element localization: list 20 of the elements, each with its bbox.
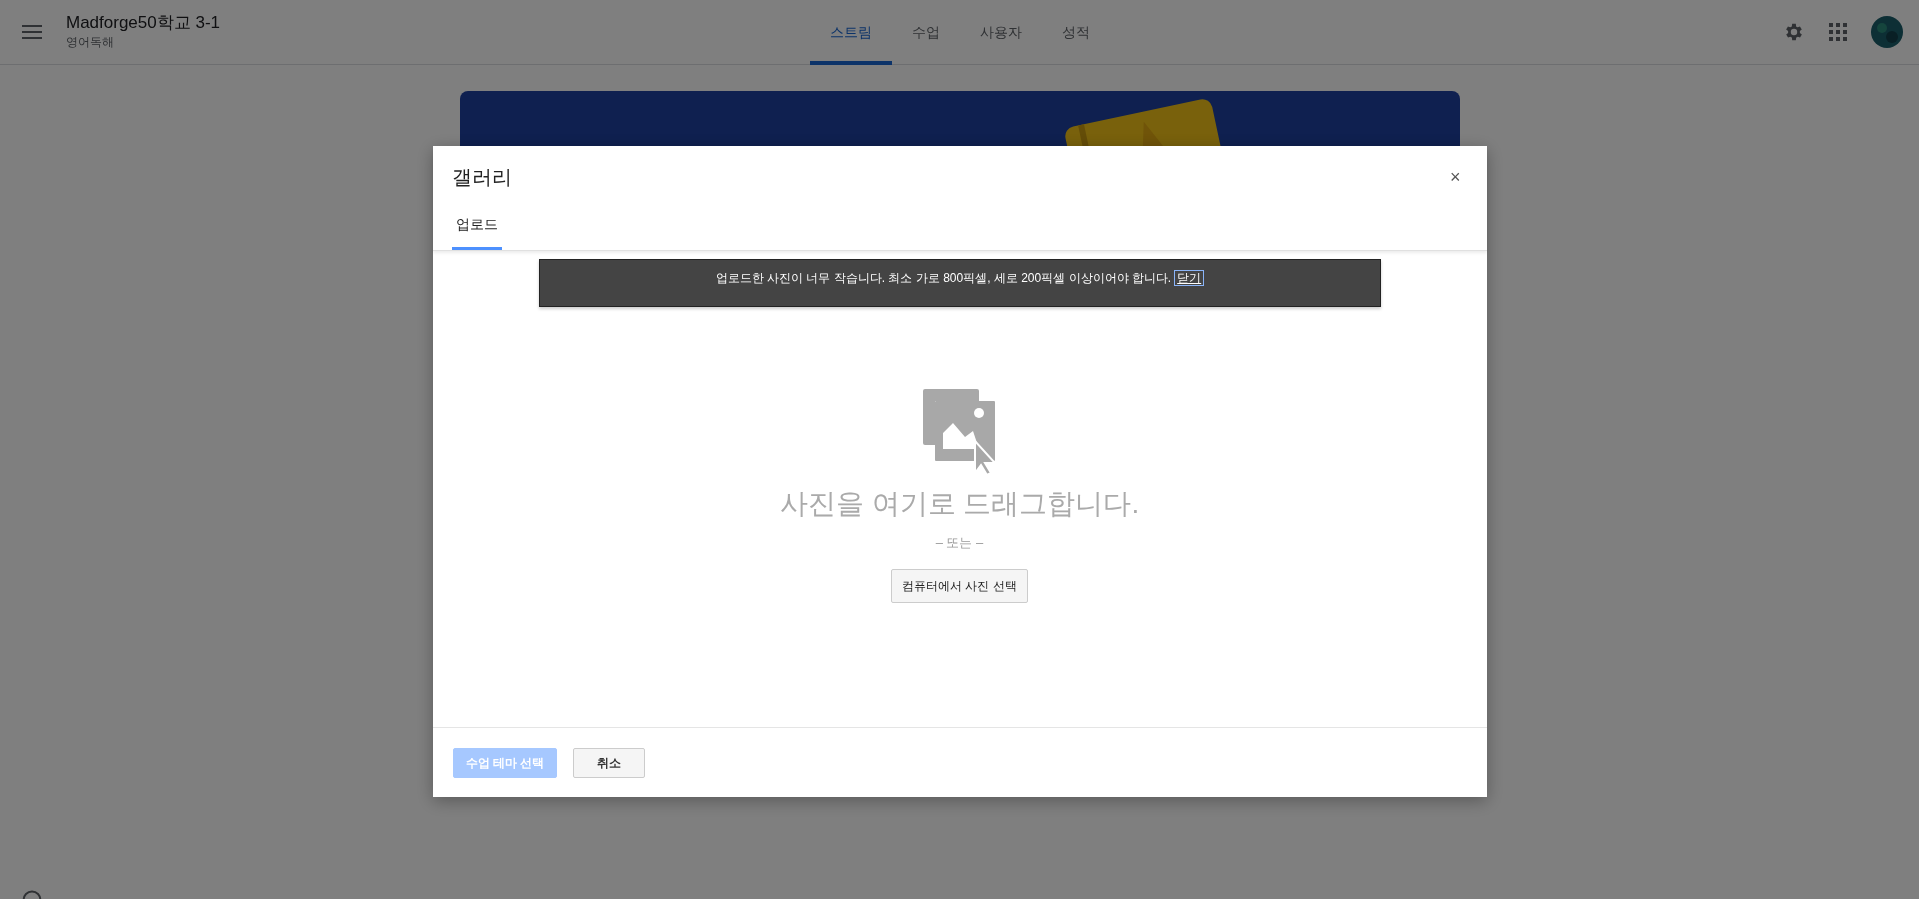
choose-file-button[interactable]: 컴퓨터에서 사진 선택 bbox=[891, 568, 1028, 603]
error-message: 업로드한 사진이 너무 작습니다. 최소 가로 800픽셀, 세로 200픽셀 이상이어야 합니다. bbox=[715, 271, 1172, 285]
dismiss-link[interactable]: 닫기 bbox=[1175, 271, 1204, 285]
apps-icon[interactable] bbox=[1829, 23, 1847, 41]
dialog-tab[interactable]: 업로드 bbox=[451, 200, 502, 250]
nav-tab[interactable]: 수업 bbox=[892, 0, 960, 65]
cancel-button[interactable]: 취소 bbox=[573, 748, 646, 778]
menu-icon[interactable] bbox=[22, 25, 42, 39]
separator-text: – 또는 – bbox=[935, 534, 984, 552]
nav-tab[interactable]: 스트림 bbox=[810, 0, 892, 65]
nav-tab[interactable]: 성적 bbox=[1042, 0, 1110, 65]
settings-icon[interactable] bbox=[1783, 21, 1805, 43]
close-button[interactable]: × bbox=[1444, 168, 1467, 186]
dialog-title: 갤러리 bbox=[451, 165, 512, 190]
avatar[interactable] bbox=[1871, 16, 1903, 48]
class-name[interactable]: Madforge50학교 3-1 bbox=[66, 12, 221, 34]
drop-prompt: 사진을 여기로 드래그합니다. bbox=[779, 487, 1140, 521]
nav-tab[interactable]: 사용자 bbox=[960, 0, 1042, 65]
subject-name: 영어독해 bbox=[66, 34, 115, 52]
image-drop-icon bbox=[922, 389, 997, 475]
